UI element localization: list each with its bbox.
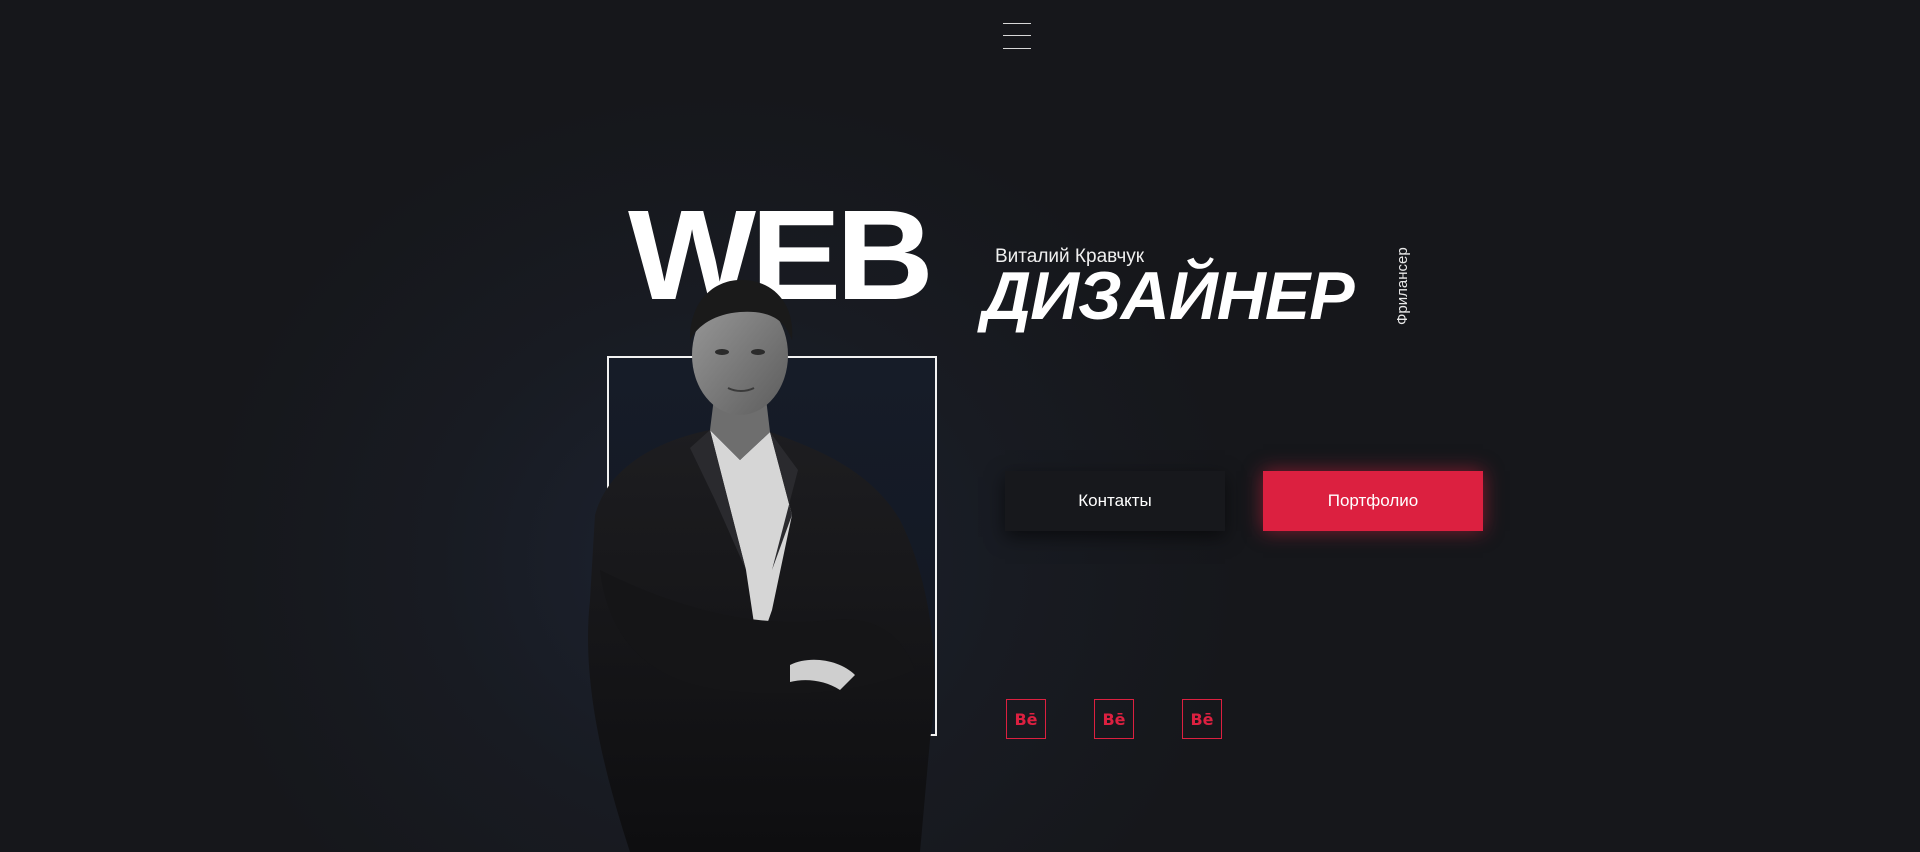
designer-title: ДИЗАЙНЕР: [982, 258, 1355, 334]
behance-icon[interactable]: Bē: [1006, 699, 1046, 739]
contacts-button[interactable]: Контакты: [1005, 471, 1225, 531]
freelancer-tag: Фрилансер: [1394, 247, 1411, 325]
portfolio-button[interactable]: Портфолио: [1263, 471, 1483, 531]
hero-page: WEB Виталий Кравчук ДИЗАЙНЕР Фрилансер К…: [0, 0, 1920, 852]
behance-icon[interactable]: Bē: [1182, 699, 1222, 739]
hamburger-menu-icon[interactable]: [1003, 22, 1031, 50]
portrait-photo: [588, 279, 935, 852]
behance-icon[interactable]: Bē: [1094, 699, 1134, 739]
